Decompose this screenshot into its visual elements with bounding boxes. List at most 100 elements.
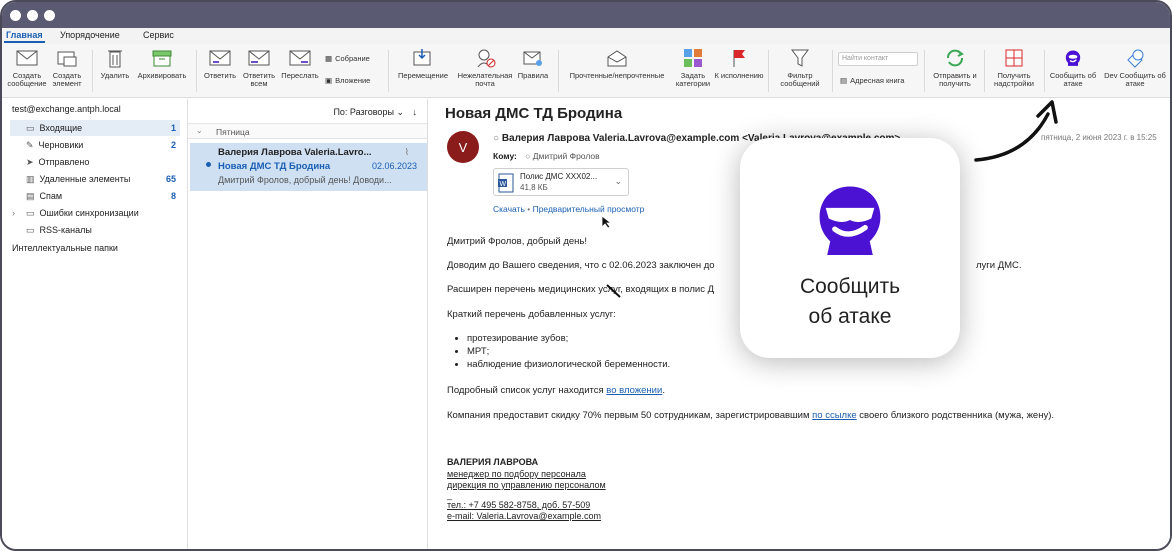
report-attack-icon (1048, 46, 1098, 70)
phishing-link[interactable]: по ссылке (812, 410, 857, 421)
send-receive-label: Отправить и получить (933, 71, 977, 88)
recipient[interactable]: Дмитрий Фролов (533, 151, 600, 161)
chevron-down-icon[interactable]: ⌄ (196, 126, 203, 135)
tab-organize[interactable]: Упорядочение (60, 30, 120, 40)
dev-report-attack-button[interactable]: Dev Сообщить об атаке (1102, 46, 1168, 88)
account-name[interactable]: test@exchange.antph.local (12, 104, 121, 114)
create-item-button[interactable]: Создать элемент (48, 46, 86, 88)
folder-sync-errors[interactable]: › ▭ Ошибки синхронизации (10, 205, 180, 221)
rules-label: Правила (517, 71, 549, 80)
close-window-dot[interactable] (10, 10, 21, 21)
paragraph-text: . (662, 385, 665, 396)
minimize-window-dot[interactable] (27, 10, 38, 21)
message-sender: Валерия Лаврова Valeria.Lavro... (218, 147, 372, 158)
attachment-actions: Скачать • Предварительный просмотр (493, 204, 645, 214)
open-envelope-icon (564, 46, 670, 70)
attachment-icon: ▣ (325, 76, 333, 85)
send-icon: ➤ (26, 156, 34, 167)
junk-icon (453, 46, 517, 70)
archive-button[interactable]: Архивировать (134, 46, 190, 80)
unread-dot-icon (206, 162, 211, 167)
folder-count: 1 (170, 123, 176, 133)
signature-phone: тел.: +7 495 582-8758, доб. 57-509 (447, 500, 591, 510)
tab-tools[interactable]: Сервис (143, 30, 174, 40)
pencil-icon: ✎ (26, 139, 34, 150)
followup-button[interactable]: К исполнению (714, 46, 764, 80)
folder-deleted[interactable]: ▥ Удаленные элементы 65 (10, 171, 180, 187)
email-paragraph: Краткий перечень добавленных услуг: (447, 309, 616, 320)
folder-label: RSS-каналы (39, 225, 92, 235)
send-receive-button[interactable]: Отправить и получить (930, 46, 980, 88)
attachment-size: 41,8 КБ (520, 183, 548, 192)
new-items-icon (48, 46, 86, 70)
tab-home[interactable]: Главная (4, 30, 45, 43)
forward-button[interactable]: Переслать (279, 46, 321, 80)
chevron-down-icon[interactable]: ⌄ (614, 176, 622, 187)
group-label: Пятница (216, 127, 250, 137)
rules-button[interactable]: Правила (516, 46, 550, 80)
folder-drafts[interactable]: ✎ Черновики 2 (10, 137, 180, 153)
ribbon-separator (832, 50, 833, 92)
categorize-button[interactable]: Задать категории (674, 46, 712, 88)
attachment-button[interactable]: ▣ Вложение (325, 76, 370, 85)
delete-button[interactable]: Удалить (98, 46, 132, 80)
attachment-name: Полис ДМС XXX02... (520, 172, 598, 181)
ribbon-separator (768, 50, 769, 92)
read-unread-label: Прочтенные/непрочтенные (569, 71, 665, 80)
filter-button[interactable]: Фильтр сообщений (774, 46, 826, 88)
list-item: МРТ; (467, 345, 670, 358)
presence-icon: ○ (493, 133, 502, 144)
junk-label: Нежелательная почта (457, 71, 513, 88)
chevron-right-icon[interactable]: › (12, 208, 15, 218)
ribbon-separator (984, 50, 985, 92)
reply-label: Ответить (203, 71, 237, 80)
folder-count: 2 (170, 140, 176, 150)
read-unread-button[interactable]: Прочтенные/непрочтенные (564, 46, 670, 80)
ribbon-separator (1044, 50, 1045, 92)
paragraph-text: своего близкого родственника (мужа, жену… (856, 410, 1055, 421)
sort-control[interactable]: По: Разговоры ⌄ ↓ (333, 107, 417, 118)
sort-direction-icon[interactable]: ↓ (413, 107, 418, 117)
to-label: Кому: (493, 151, 517, 161)
zoom-window-dot[interactable] (44, 10, 55, 21)
folder-spam[interactable]: ▤ Спам 8 (10, 188, 180, 204)
get-addins-button[interactable]: Получить надстройки (988, 46, 1040, 88)
address-book-button[interactable]: ▤ Адресная книга (840, 76, 904, 85)
ribbon-separator (924, 50, 925, 92)
mouse-cursor-icon (601, 215, 613, 229)
download-link[interactable]: Скачать (493, 204, 525, 214)
report-attack-button[interactable]: Сообщить об атаке (1048, 46, 1098, 88)
presence-icon: ○ (525, 151, 531, 161)
email-paragraph: Подробный список услуг находится во влож… (447, 385, 665, 396)
move-button[interactable]: Перемещение (394, 46, 452, 80)
forward-icon (279, 46, 321, 70)
dev-report-attack-label: Dev Сообщить об атаке (1104, 71, 1166, 88)
preview-link[interactable]: Предварительный просмотр (533, 204, 645, 214)
attachment-link[interactable]: во вложении (606, 385, 662, 396)
signature-email[interactable]: e-mail: Valeria.Lavrova@example.com (447, 511, 601, 521)
meeting-button[interactable]: ▦ Собрание (325, 54, 370, 63)
reply-all-button[interactable]: Ответить всем (239, 46, 279, 88)
create-message-button[interactable]: Создать сообщение (6, 46, 48, 88)
list-item[interactable]: Валерия Лаврова Valeria.Lavro... ⌇ Новая… (190, 143, 427, 191)
ribbon-separator (558, 50, 559, 92)
folder-inbox[interactable]: ▭ Входящие 1 (10, 120, 180, 136)
attachment-card[interactable]: W Полис ДМС XXX02... 41,8 КБ ⌄ (493, 168, 629, 196)
folder-rss[interactable]: ▭ RSS-каналы (10, 222, 180, 238)
filter-icon (774, 46, 826, 70)
title-bar (2, 2, 1170, 28)
sort-label: По: Разговоры (333, 107, 394, 117)
junk-button[interactable]: Нежелательная почта (453, 46, 517, 88)
email-paragraph: Компания предоставит скидку 70% первым 5… (447, 410, 1054, 421)
rules-icon (516, 46, 550, 70)
email-greeting: Дмитрий Фролов, добрый день! (447, 236, 587, 247)
smart-folders-heading[interactable]: Интеллектуальные папки (12, 243, 118, 253)
folder-sent[interactable]: ➤ Отправлено (10, 154, 180, 170)
paragraph-text: Подробный список услуг находится (447, 385, 607, 396)
reply-button[interactable]: Ответить (200, 46, 240, 80)
address-book-icon: ▤ (840, 76, 848, 85)
trash-icon: ▥ (26, 173, 35, 184)
list-item: наблюдение физиологической беременности. (467, 358, 670, 371)
find-contact-input[interactable]: Найти контакт (838, 52, 918, 66)
chevron-down-icon: ⌄ (396, 107, 404, 117)
